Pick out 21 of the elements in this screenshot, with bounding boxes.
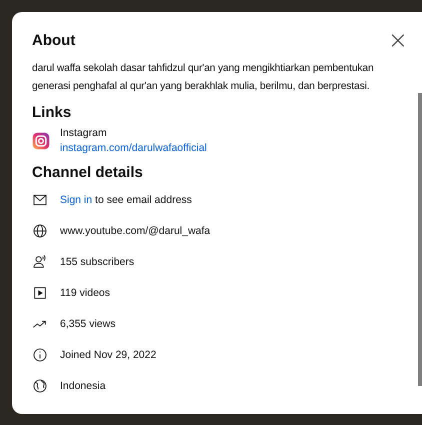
channel-description: darul waffa sekolah dasar tahfidzul qur'an yang mengikhtiarkan pembentukan generasi penghafal al qur'an yang berakhlak mulia, berilmu, dan berprestasi. bbox=[32, 62, 375, 94]
person-icon bbox=[32, 254, 48, 270]
detail-text: 155 subscribers bbox=[60, 256, 134, 268]
detail-text: Sign in to see email address bbox=[60, 194, 192, 206]
detail-text: 6,355 views bbox=[60, 318, 116, 330]
section-heading: Channel details bbox=[32, 164, 144, 181]
sign-in-link[interactable]: Sign in bbox=[60, 194, 92, 206]
detail-text: 119 videos bbox=[60, 286, 110, 298]
detail-text: www.youtube.com/@darul_wafa bbox=[60, 224, 210, 236]
detail-text: Indonesia bbox=[60, 380, 106, 392]
detail-text: Joined Nov 29, 2022 bbox=[60, 348, 156, 360]
close-button[interactable]: × bbox=[388, 30, 408, 50]
section-heading: Links bbox=[32, 104, 72, 121]
info-icon bbox=[32, 346, 48, 362]
play-icon bbox=[32, 284, 48, 300]
globe-icon bbox=[32, 222, 48, 238]
globe-icon bbox=[32, 378, 48, 394]
link-url[interactable]: instagram.com/darulwafaofficial bbox=[60, 142, 207, 154]
instagram-icon bbox=[32, 132, 50, 150]
link-title: Instagram bbox=[60, 127, 108, 139]
dialog-title: About bbox=[32, 32, 76, 48]
